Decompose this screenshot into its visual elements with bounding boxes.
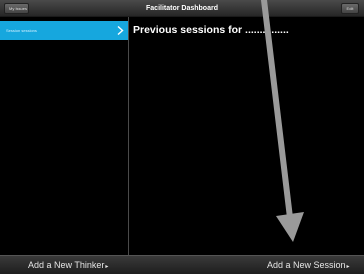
add-new-thinker-button[interactable]: Add a New Thinker▸ (28, 256, 108, 274)
caret-right-icon: ▸ (105, 264, 109, 270)
my-issues-button[interactable]: My Issues (4, 3, 29, 14)
chevron-right-icon (117, 26, 124, 35)
list-item-selected[interactable]: Session sessions (0, 21, 128, 40)
master-list-pane: Session sessions (0, 17, 128, 255)
add-new-session-button[interactable]: Add a New Session▸ (267, 256, 350, 274)
navigation-bar: Facilitator Dashboard My Issues Edit (0, 0, 364, 17)
caret-right-icon: ▸ (346, 264, 350, 270)
facilitator-dashboard-screen: Facilitator Dashboard My Issues Edit Ses… (0, 0, 364, 274)
add-new-session-label: Add a New Session (267, 260, 346, 270)
detail-pane: Previous sessions for ....... ....... (129, 17, 364, 255)
bottom-toolbar: Add a New Thinker▸ Add a New Session▸ (0, 255, 364, 274)
add-new-thinker-label: Add a New Thinker (28, 260, 105, 270)
list-item-label: Session sessions (6, 28, 37, 33)
page-title: Facilitator Dashboard (146, 5, 218, 12)
edit-button[interactable]: Edit (341, 3, 359, 14)
detail-title: Previous sessions for ....... ....... (133, 24, 289, 36)
